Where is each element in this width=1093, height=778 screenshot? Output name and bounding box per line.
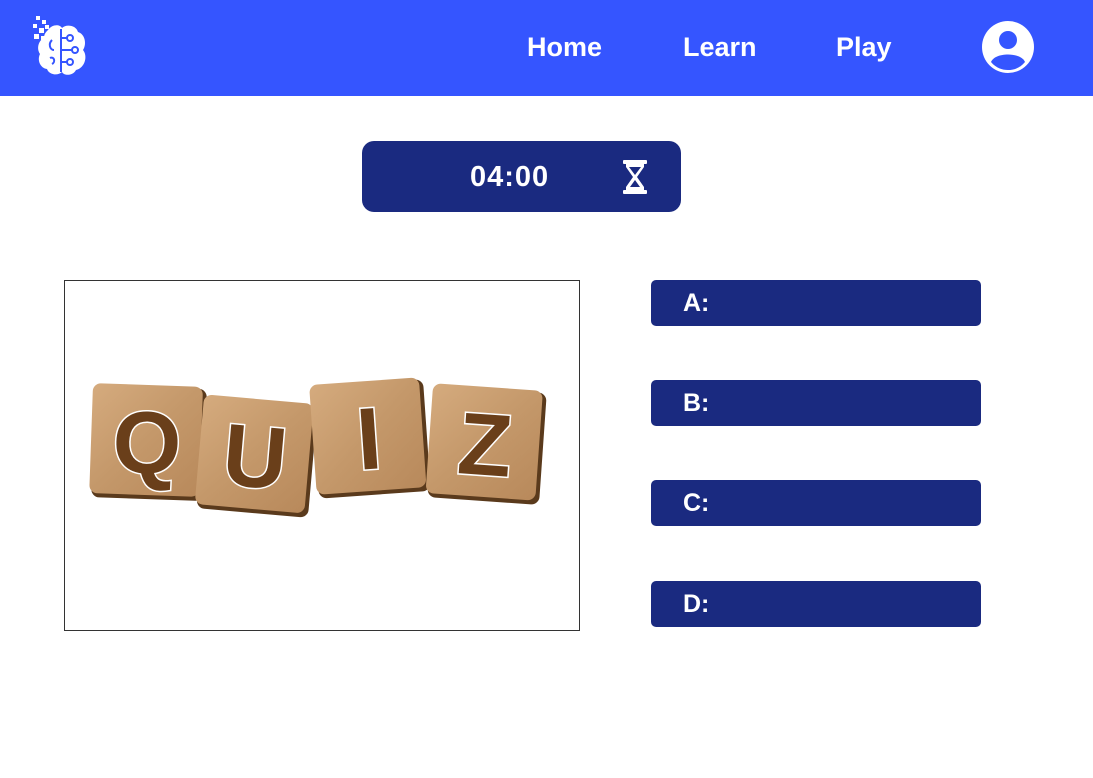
timer-value: 04:00 [470,161,550,193]
answer-label-a: A: [683,289,710,317]
hourglass-icon [623,160,647,194]
nav-play-link[interactable]: Play [836,28,892,66]
answer-label-b: B: [683,389,710,417]
answer-option-c[interactable]: C: [651,480,981,526]
answer-option-d[interactable]: D: [651,581,981,627]
answer-label-c: C: [683,489,710,517]
answer-option-a[interactable]: A: [651,280,981,326]
answer-label-d: D: [683,590,710,618]
tile-letter-z: Z [455,393,516,496]
tile-letter-q: Q [111,392,183,493]
tile-letter-u: U [219,404,291,508]
quiz-tiles-image: Q U I Z [89,377,547,518]
nav-learn-link[interactable]: Learn [683,28,757,66]
countdown-timer: 04:00 [362,141,681,212]
question-image: Q U I Z [64,280,580,631]
brain-circuit-icon[interactable] [30,14,90,78]
nav-home-link[interactable]: Home [527,28,602,66]
user-avatar-icon[interactable] [982,21,1034,73]
navbar: Home Learn Play [0,0,1093,96]
answer-option-b[interactable]: B: [651,380,981,426]
